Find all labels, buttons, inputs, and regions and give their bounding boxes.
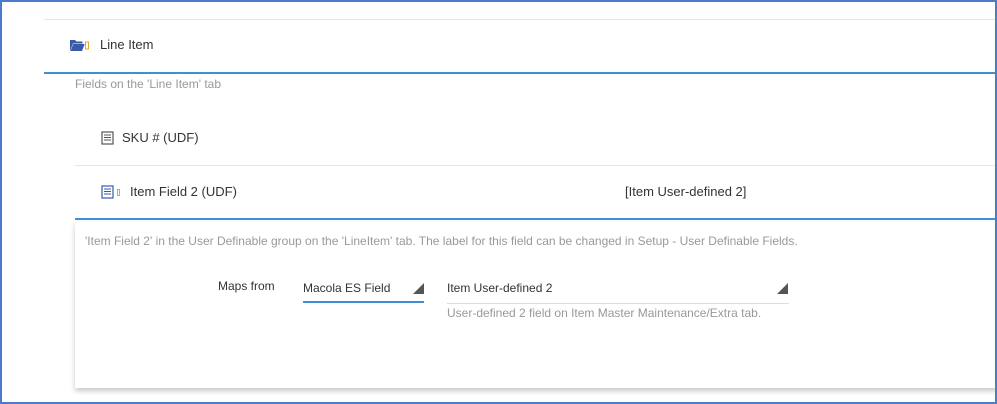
field-value: [Item User-defined 2]: [625, 184, 747, 199]
section-description: Fields on the 'Line Item' tab: [75, 77, 221, 91]
source-type-select[interactable]: Macola ES Field: [303, 276, 424, 303]
dropdown-arrow-icon: [413, 283, 424, 294]
field-label: Item Field 2 (UDF): [130, 184, 237, 199]
source-field-value: Item User-defined 2: [447, 281, 553, 295]
source-field-select[interactable]: Item User-defined 2: [447, 276, 789, 304]
field-detail-panel: 'Item Field 2' in the User Definable gro…: [75, 222, 997, 388]
source-type-value: Macola ES Field: [303, 281, 391, 295]
folder-open-icon: [69, 38, 89, 52]
list-icon: [101, 131, 115, 145]
section-title: Line Item: [100, 37, 154, 52]
list-icon: [101, 185, 115, 199]
dropdown-arrow-icon: [777, 283, 788, 294]
field-row-selected[interactable]: Item Field 2 (UDF) [Item User-defined 2]: [75, 167, 997, 220]
field-label: SKU # (UDF): [122, 130, 199, 145]
maps-from-label: Maps from: [218, 279, 275, 293]
indicator-icon: [117, 189, 120, 196]
field-row[interactable]: SKU # (UDF): [75, 113, 997, 166]
field-description: 'Item Field 2' in the User Definable gro…: [85, 234, 798, 248]
source-field-help: User-defined 2 field on Item Master Main…: [447, 306, 762, 320]
section-header-line-item[interactable]: Line Item: [44, 20, 997, 74]
